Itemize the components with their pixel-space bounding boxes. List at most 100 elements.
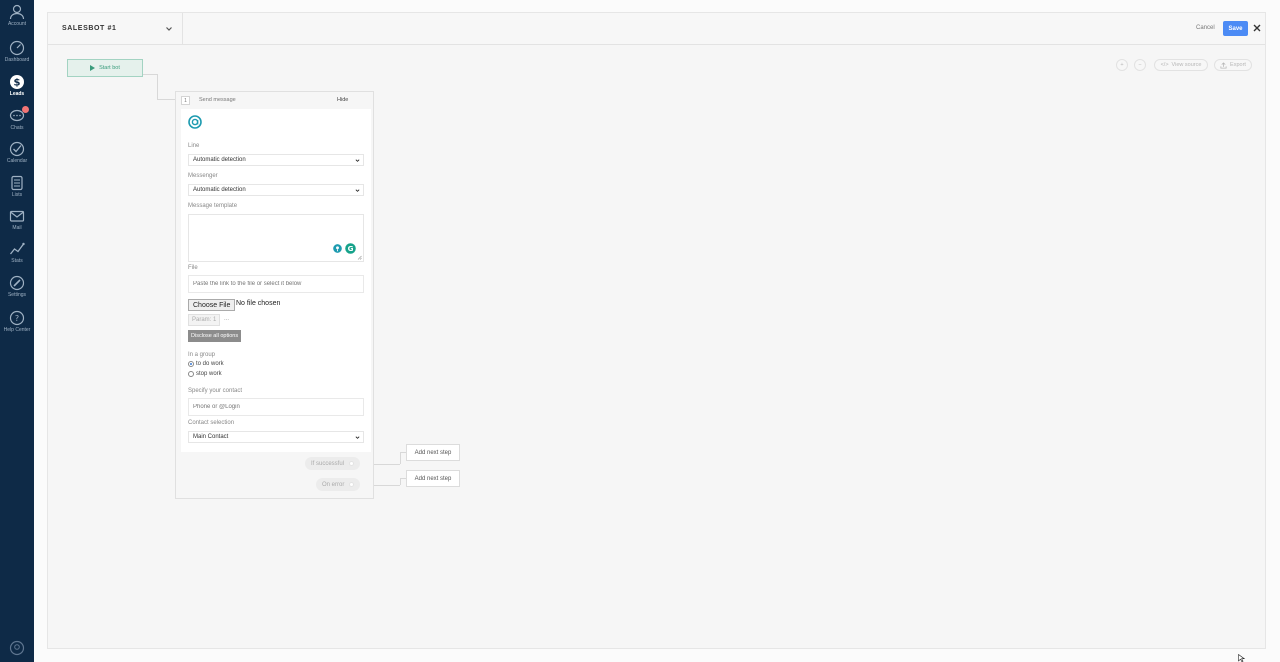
choose-file-button[interactable]: Choose File: [188, 299, 236, 311]
radio-button[interactable]: [188, 371, 194, 377]
page-title: SALESBOT #1: [62, 25, 117, 32]
radio-button-checked[interactable]: [188, 361, 194, 367]
speedometer-icon: [9, 40, 25, 56]
chevron-down-icon: [355, 189, 360, 192]
grammar-icon[interactable]: G: [345, 243, 356, 254]
nav-label: Dashboard: [4, 57, 30, 63]
resize-handle-icon[interactable]: [357, 255, 362, 260]
hide-button[interactable]: Hide: [337, 97, 348, 103]
send-message-step: 1 Send message Hide Line Automatic detec…: [175, 91, 374, 499]
mail-icon: [9, 210, 25, 222]
nav-label: Help Center: [3, 327, 31, 333]
disclose-all-options-button[interactable]: Disclose all options: [188, 330, 242, 342]
cancel-button[interactable]: Cancel: [1196, 25, 1215, 31]
view-source-button[interactable]: </> View source: [1154, 59, 1208, 71]
nav-label: Mail: [12, 225, 22, 231]
radio-to-do-work[interactable]: to do work: [188, 361, 224, 367]
help-icon: ?: [9, 310, 25, 326]
connector-dot[interactable]: [349, 461, 355, 466]
nav-item-help-center[interactable]: ? Help Center: [0, 310, 34, 334]
svg-text:?: ?: [15, 314, 19, 323]
plus-icon: +: [1120, 62, 1124, 68]
messenger-select[interactable]: Automatic detection: [188, 184, 364, 196]
nav-label: Leads: [9, 91, 25, 97]
param-chip[interactable]: Param: 1: [188, 314, 221, 326]
nav-label: Chats: [10, 125, 24, 131]
nav-item-settings[interactable]: Settings: [0, 275, 34, 299]
add-next-step-button[interactable]: Add next step: [406, 444, 460, 461]
connector-line: [157, 74, 158, 99]
radio-label: stop work: [196, 371, 222, 377]
notification-badge: [22, 106, 29, 113]
svg-text:$: $: [14, 78, 21, 89]
list-icon: [11, 175, 23, 191]
wrench-icon: [9, 275, 25, 291]
connector-line: [157, 99, 176, 100]
start-bot-label: Start bot: [99, 65, 120, 71]
zoom-out-button[interactable]: −: [1134, 59, 1146, 71]
location-icon[interactable]: [333, 244, 342, 253]
nav-item-stats[interactable]: Stats: [0, 241, 34, 265]
dots-icon[interactable]: ...: [224, 316, 229, 322]
add-next-step-button[interactable]: Add next step: [406, 470, 460, 487]
avatar-icon: [9, 640, 25, 656]
export-button[interactable]: Export: [1214, 59, 1252, 71]
messenger-label: Messenger: [188, 173, 218, 179]
code-icon: </>: [1160, 62, 1169, 68]
message-template-input[interactable]: G: [188, 214, 364, 262]
messenger-value: Automatic detection: [193, 187, 246, 193]
check-circle-icon: [9, 141, 25, 157]
view-source-label: View source: [1171, 62, 1202, 68]
radio-stop-work[interactable]: stop work: [188, 371, 222, 377]
nav-item-lists[interactable]: Lists: [0, 175, 34, 199]
specify-contact-label: Specify your contact: [188, 388, 243, 394]
channel-logo-icon: [188, 115, 202, 129]
step-body: Line Automatic detection Messenger Autom…: [181, 109, 371, 452]
minus-icon: −: [1138, 62, 1142, 68]
nav-item-leads[interactable]: $ Leads: [0, 74, 34, 98]
save-button[interactable]: Save: [1223, 21, 1248, 36]
on-error-outcome[interactable]: On error: [316, 478, 361, 491]
chevron-down-icon: [355, 436, 360, 439]
editor-header: SALESBOT #1 Cancel Save: [48, 13, 1265, 45]
nav-label: Account: [7, 21, 27, 27]
nav-item-dashboard[interactable]: Dashboard: [0, 40, 34, 64]
nav-item-mail[interactable]: Mail: [0, 208, 34, 232]
nav-item-chats[interactable]: Chats: [0, 106, 34, 132]
channel-logo-strip: [181, 109, 371, 133]
if-successful-outcome[interactable]: If successful: [305, 457, 361, 470]
nav-label: Settings: [7, 292, 27, 298]
outcome-label: On error: [322, 481, 345, 488]
mouse-cursor-icon: [1238, 654, 1246, 662]
chevron-down-icon: [166, 27, 172, 31]
nav-item-calendar[interactable]: Calendar: [0, 141, 34, 165]
file-label: File: [188, 265, 198, 271]
contact-selection-select[interactable]: Main Contact: [188, 431, 364, 443]
connector-line: [143, 74, 157, 75]
connector-dot[interactable]: [349, 482, 355, 487]
file-link-input[interactable]: [188, 275, 364, 293]
in-a-group-label: In a group: [188, 352, 216, 358]
connector-line: [400, 452, 401, 464]
no-file-label: No file chosen: [236, 300, 281, 307]
line-select[interactable]: Automatic detection: [188, 154, 364, 166]
play-icon: [90, 65, 96, 71]
user-icon: [9, 4, 25, 20]
nav-item-profile[interactable]: [0, 640, 34, 656]
chevron-down-icon: [355, 159, 360, 162]
contact-selection-label: Contact selection: [188, 420, 235, 426]
nav-item-account[interactable]: Account: [0, 4, 34, 28]
bot-title-dropdown[interactable]: SALESBOT #1: [48, 13, 183, 45]
step-header: 1 Send message Hide: [176, 92, 373, 108]
line-value: Automatic detection: [193, 157, 246, 163]
contact-input[interactable]: [188, 398, 364, 416]
line-label: Line: [188, 143, 200, 149]
message-template-label: Message template: [188, 203, 238, 209]
start-bot-node[interactable]: Start bot: [67, 59, 143, 77]
export-icon: [1220, 61, 1227, 69]
connector-line: [400, 478, 401, 485]
close-icon[interactable]: [1252, 23, 1262, 33]
zoom-in-button[interactable]: +: [1116, 59, 1128, 71]
contact-selection-value: Main Contact: [193, 434, 229, 440]
stats-icon: [9, 242, 25, 255]
